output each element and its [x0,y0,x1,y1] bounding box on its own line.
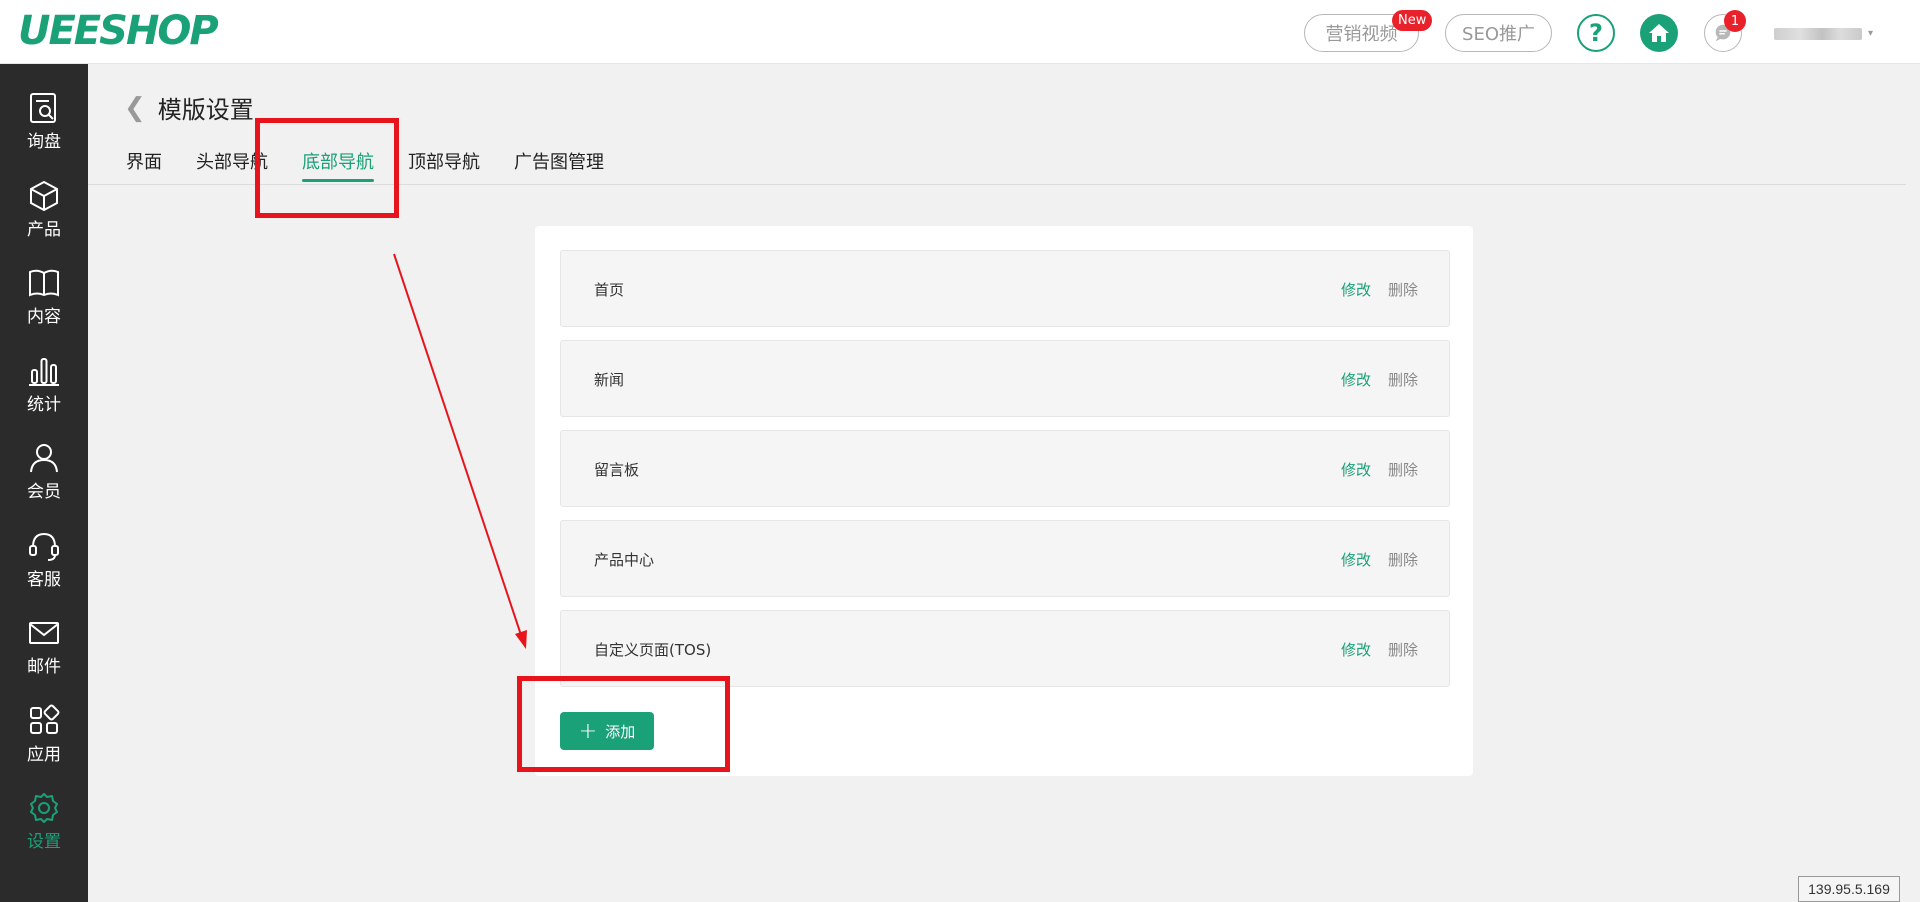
delete-link[interactable]: 删除 [1388,639,1418,660]
list-item: 留言板 修改 删除 [560,430,1450,507]
book-icon [29,269,59,297]
inquiry-icon [30,93,56,123]
delete-link[interactable]: 删除 [1388,369,1418,390]
sidebar-label-support: 客服 [27,570,61,590]
seo-label: SEO推广 [1462,24,1535,45]
sidebar-item-mail[interactable]: 邮件 [0,616,88,696]
sidebar-item-products[interactable]: 产品 [0,179,88,259]
edit-link[interactable]: 修改 [1341,369,1371,390]
sidebar-label-content: 内容 [27,307,61,327]
sidebar-label-mail: 邮件 [27,657,61,677]
user-icon [30,444,58,473]
sidebar-label-members: 会员 [27,482,61,502]
sidebar-item-members[interactable]: 会员 [0,441,88,521]
nav-item-name: 自定义页面(TOS) [594,641,712,659]
user-name-blurred[interactable] [1774,28,1862,40]
sidebar-label-apps: 应用 [27,745,61,765]
back-arrow-icon[interactable]: ❮ [124,93,146,123]
help-icon: ? [1589,19,1603,47]
seo-button[interactable]: SEO推广 [1445,14,1552,52]
nav-item-name: 产品中心 [594,551,655,569]
list-item: 产品中心 修改 删除 [560,520,1450,597]
sidebar-label-settings: 设置 [27,832,61,852]
delete-link[interactable]: 删除 [1388,549,1418,570]
home-button[interactable] [1640,14,1678,52]
mail-icon [29,622,59,644]
page-title-bar: ❮ 模版设置 [124,90,254,125]
page-title: 模版设置 [157,96,254,124]
gear-icon [30,793,58,823]
delete-link[interactable]: 删除 [1388,279,1418,300]
tab-top-nav[interactable]: 顶部导航 [408,148,480,184]
marketing-video-label: 营销视频 [1325,24,1398,45]
home-icon [1649,24,1669,42]
annotation-box-tab [255,118,399,218]
new-badge: New [1392,10,1433,31]
apps-icon [30,704,60,734]
tab-interface[interactable]: 界面 [126,148,162,184]
sidebar-item-support[interactable]: 客服 [0,529,88,609]
edit-link[interactable]: 修改 [1341,639,1371,660]
list-item: 首页 修改 删除 [560,250,1450,327]
sidebar: 询盘 产品 内容 统计 会员 客服 邮件 应用 设置 [0,64,88,902]
sidebar-item-content[interactable]: 内容 [0,266,88,346]
sidebar-item-inquiry[interactable]: 询盘 [0,91,88,171]
message-count-badge: 1 [1724,10,1746,32]
sidebar-item-settings[interactable]: 设置 [0,791,88,871]
user-dropdown-caret-icon[interactable]: ▾ [1868,28,1873,39]
box-icon [30,180,58,212]
nav-item-name: 新闻 [594,371,625,389]
sidebar-item-apps[interactable]: 应用 [0,704,88,784]
annotation-box-add [517,676,730,772]
sidebar-label-products: 产品 [27,220,61,240]
logo[interactable]: UEESHOP [18,8,219,54]
list-item: 新闻 修改 删除 [560,340,1450,417]
help-button[interactable]: ? [1577,14,1615,52]
top-header: UEESHOP 营销视频 New SEO推广 ? 1 ▾ [0,0,1920,64]
ip-address-label: 139.95.5.169 [1798,876,1900,902]
headset-icon [29,532,59,561]
edit-link[interactable]: 修改 [1341,279,1371,300]
nav-item-name: 首页 [594,281,625,299]
sidebar-label-statistics: 统计 [27,395,61,415]
nav-item-name: 留言板 [594,461,640,479]
sidebar-item-statistics[interactable]: 统计 [0,354,88,434]
bar-chart-icon [29,358,59,386]
delete-link[interactable]: 删除 [1388,459,1418,480]
edit-link[interactable]: 修改 [1341,459,1371,480]
tab-banner-management[interactable]: 广告图管理 [514,148,604,184]
edit-link[interactable]: 修改 [1341,549,1371,570]
page-scrollbar[interactable] [1906,64,1920,902]
sidebar-label-inquiry: 询盘 [27,132,61,152]
